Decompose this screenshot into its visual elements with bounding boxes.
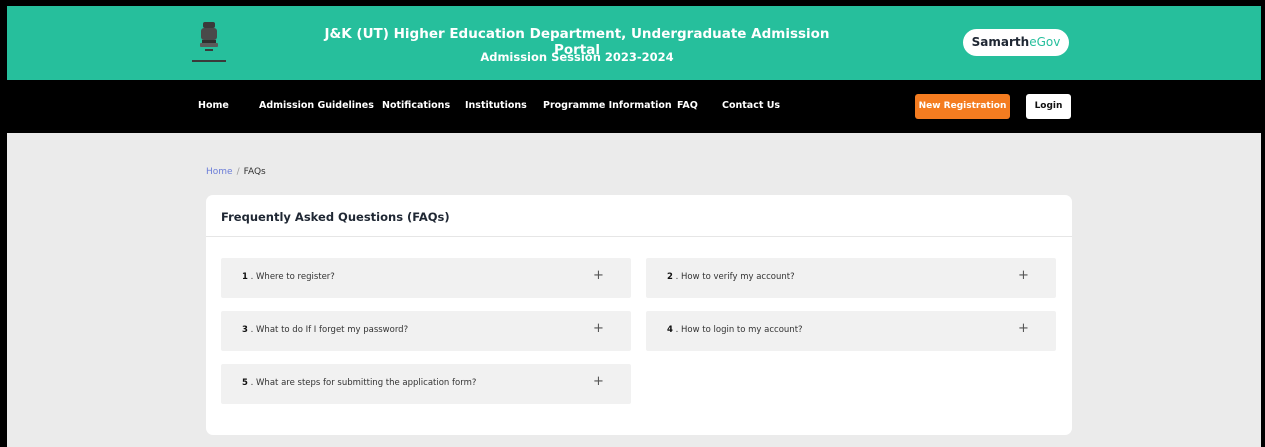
faq-item-2[interactable]: 2 . How to verify my account? + xyxy=(646,258,1056,298)
samarth-egov-logo[interactable]: SamartheGov xyxy=(963,29,1069,56)
faq-card: Frequently Asked Questions (FAQs) 1 . Wh… xyxy=(206,195,1072,435)
nav-notifications[interactable]: Notifications xyxy=(382,100,450,111)
faq-question-text: What are steps for submitting the applic… xyxy=(256,378,477,388)
nav-faq[interactable]: FAQ xyxy=(677,100,698,111)
breadcrumb-home-link[interactable]: Home xyxy=(206,167,233,177)
faq-question: 2 . How to verify my account? xyxy=(667,272,795,282)
page-frame: J&K (UT) Higher Education Department, Un… xyxy=(7,6,1261,447)
session-subtitle: Admission Session 2023-2024 xyxy=(480,50,674,64)
faq-question-text: How to verify my account? xyxy=(681,272,795,282)
nav-admission-guidelines[interactable]: Admission Guidelines xyxy=(259,100,374,111)
main-navbar: Home Admission Guidelines Notifications … xyxy=(7,80,1261,133)
breadcrumb: Home / FAQs xyxy=(206,167,266,177)
faq-question-text: Where to register? xyxy=(256,272,335,282)
national-emblem-icon[interactable] xyxy=(190,20,228,68)
expand-plus-icon[interactable]: + xyxy=(1018,321,1029,336)
faq-number: 3 xyxy=(242,325,248,335)
faq-question: 1 . Where to register? xyxy=(242,272,335,282)
nav-contact-us[interactable]: Contact Us xyxy=(722,100,780,111)
faq-number: 5 xyxy=(242,378,248,388)
expand-plus-icon[interactable]: + xyxy=(1018,268,1029,283)
top-header: J&K (UT) Higher Education Department, Un… xyxy=(7,6,1261,80)
expand-plus-icon[interactable]: + xyxy=(593,321,604,336)
faq-question-text: What to do If I forget my password? xyxy=(256,325,409,335)
nav-institutions[interactable]: Institutions xyxy=(465,100,527,111)
faq-item-5[interactable]: 5 . What are steps for submitting the ap… xyxy=(221,364,631,404)
login-button[interactable]: Login xyxy=(1026,94,1071,119)
faq-item-3[interactable]: 3 . What to do If I forget my password? … xyxy=(221,311,631,351)
nav-programme-information[interactable]: Programme Information xyxy=(543,100,672,111)
brand-part-samarth: Samarth xyxy=(971,35,1030,49)
brand-part-egov: eGov xyxy=(1029,35,1061,49)
faq-number: 2 xyxy=(667,272,673,282)
nav-home[interactable]: Home xyxy=(198,100,229,111)
breadcrumb-separator: / xyxy=(236,167,240,177)
faq-card-title: Frequently Asked Questions (FAQs) xyxy=(221,210,450,224)
faq-question: 3 . What to do If I forget my password? xyxy=(242,325,409,335)
faq-question-text: How to login to my account? xyxy=(681,325,803,335)
card-divider xyxy=(206,236,1072,237)
expand-plus-icon[interactable]: + xyxy=(593,268,604,283)
faq-item-4[interactable]: 4 . How to login to my account? + xyxy=(646,311,1056,351)
new-registration-button[interactable]: New Registration xyxy=(915,94,1010,119)
faq-number: 1 xyxy=(242,272,248,282)
faq-number: 4 xyxy=(667,325,673,335)
expand-plus-icon[interactable]: + xyxy=(593,374,604,389)
faq-item-1[interactable]: 1 . Where to register? + xyxy=(221,258,631,298)
faq-question: 4 . How to login to my account? xyxy=(667,325,803,335)
breadcrumb-current: FAQs xyxy=(243,167,266,177)
faq-question: 5 . What are steps for submitting the ap… xyxy=(242,378,477,388)
